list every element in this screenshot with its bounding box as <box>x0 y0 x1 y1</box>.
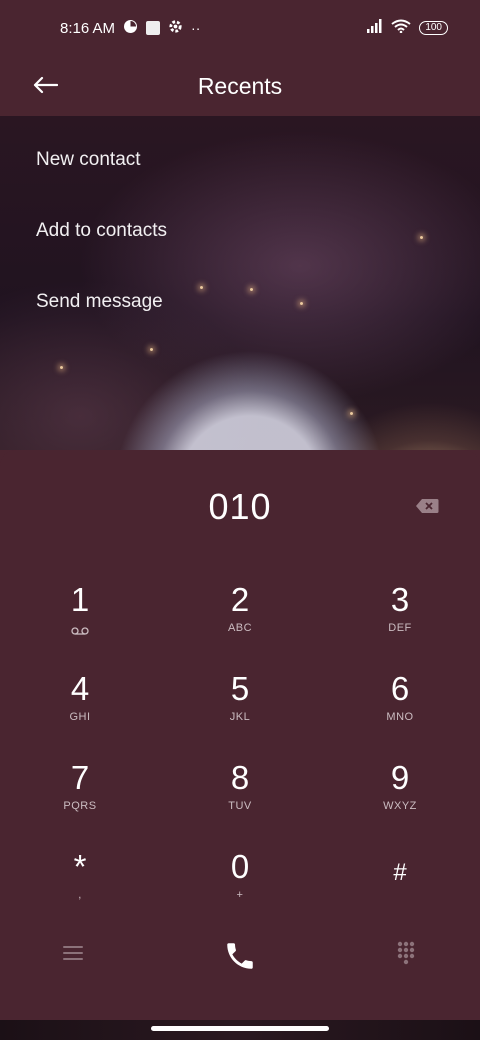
key-letters: DEF <box>388 622 412 634</box>
dialpad-icon[interactable] <box>391 938 421 968</box>
page-title: Recents <box>197 72 283 99</box>
key-digit: 6 <box>390 670 410 707</box>
key-star[interactable]: * , <box>30 849 130 929</box>
key-letters: JKL <box>229 711 251 723</box>
key-letters: , <box>78 889 82 901</box>
backspace-icon[interactable] <box>414 498 440 514</box>
key-0[interactable]: 0 + <box>190 849 290 929</box>
square-icon <box>146 21 161 35</box>
dialed-number: 010 <box>208 486 272 527</box>
key-2[interactable]: 2 ABC <box>190 582 290 662</box>
status-bar: 8:16 AM ·· 100 <box>0 0 480 56</box>
key-digit: 0 <box>230 848 250 885</box>
key-9[interactable]: 9 WXYZ <box>350 760 450 840</box>
key-6[interactable]: 6 MNO <box>350 671 450 751</box>
app-header: Recents <box>0 56 480 116</box>
notification-icon <box>123 19 138 37</box>
status-right: 100 <box>367 19 448 37</box>
key-digit: * <box>73 848 87 885</box>
key-4[interactable]: 4 GHI <box>30 671 130 751</box>
key-letters: WXYZ <box>383 800 417 812</box>
key-digit: 5 <box>230 670 250 707</box>
menu-item-send-message[interactable]: Send message <box>36 291 163 313</box>
wifi-icon <box>391 19 411 37</box>
menu-item-add-to-contacts[interactable]: Add to contacts <box>36 220 167 242</box>
key-letters: ABC <box>227 622 253 634</box>
key-letters: TUV <box>228 800 252 812</box>
status-time: 8:16 AM <box>60 19 116 37</box>
key-8[interactable]: 8 TUV <box>190 760 290 840</box>
phone-call-icon[interactable] <box>220 936 260 976</box>
key-7[interactable]: 7 PQRS <box>30 760 130 840</box>
key-digit: 7 <box>70 759 90 796</box>
back-arrow-icon[interactable] <box>28 68 62 102</box>
key-letters: GHI <box>69 711 91 723</box>
home-indicator[interactable] <box>151 1026 329 1031</box>
settings-icon <box>168 19 183 37</box>
menu-item-new-contact[interactable]: New contact <box>36 149 141 171</box>
key-letters: PQRS <box>63 800 97 812</box>
key-hash[interactable]: # <box>350 849 450 929</box>
status-left: 8:16 AM ·· <box>60 19 200 37</box>
key-digit: 4 <box>70 670 90 707</box>
signal-icon <box>367 19 383 37</box>
voicemail-icon <box>71 622 89 640</box>
key-digit: # <box>393 859 407 886</box>
key-digit: 9 <box>390 759 410 796</box>
menu-icon[interactable] <box>58 938 88 968</box>
key-digit: 2 <box>230 581 250 618</box>
key-3[interactable]: 3 DEF <box>350 582 450 662</box>
key-5[interactable]: 5 JKL <box>190 671 290 751</box>
key-1[interactable]: 1 <box>30 582 130 662</box>
key-letters: + <box>236 889 244 901</box>
battery-icon: 100 <box>419 21 448 35</box>
key-letters: MNO <box>386 711 414 723</box>
more-dots-icon: ·· <box>191 20 201 36</box>
key-digit: 8 <box>230 759 250 796</box>
key-digit: 3 <box>390 581 410 618</box>
dialer-panel: 010 1 2 ABC 3 DEF 4 GHI 5 JKL 6 MNO 7 PQ… <box>0 450 480 1020</box>
key-digit: 1 <box>70 581 90 618</box>
